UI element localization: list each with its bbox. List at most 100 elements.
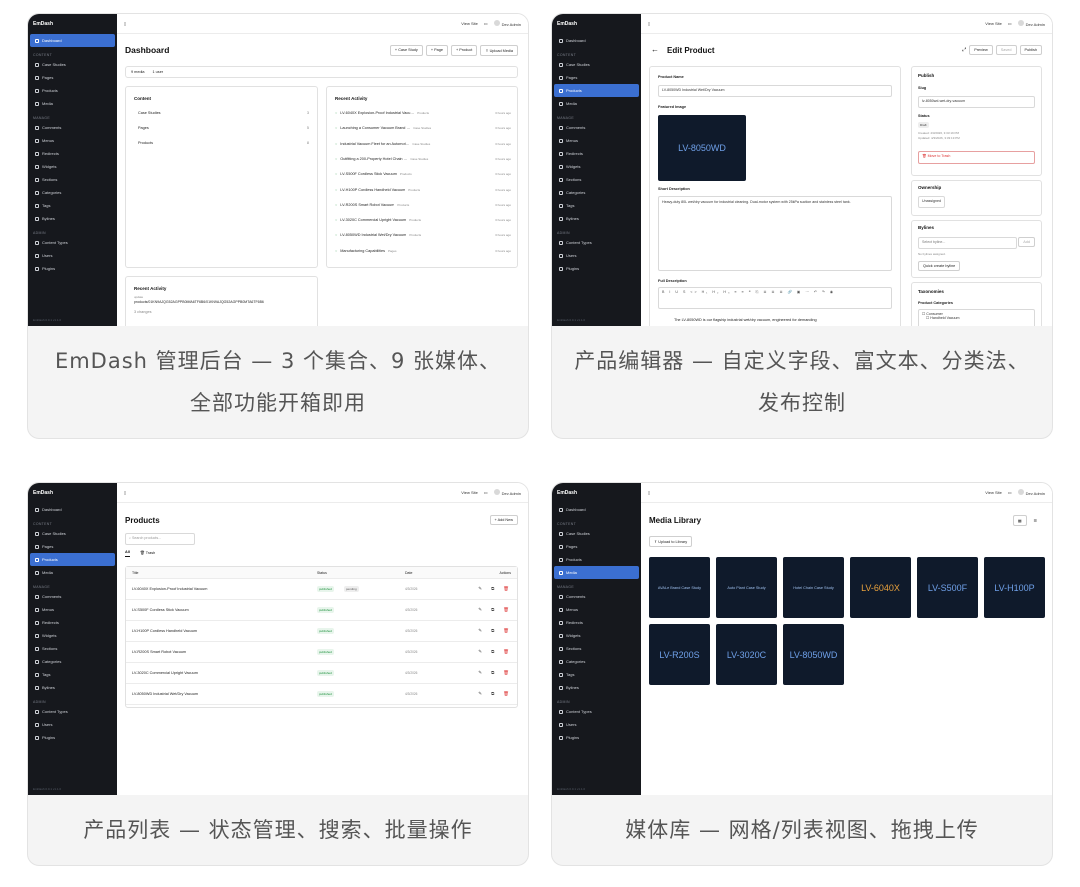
- product-title[interactable]: LV-6040X Explosion-Proof Industrial Vacu…: [132, 587, 207, 591]
- sidebar-item-tags[interactable]: Tags: [30, 668, 115, 681]
- sidebar-item-media[interactable]: Media: [554, 566, 639, 579]
- sidebar-item-pages[interactable]: Pages: [30, 71, 115, 84]
- monitor-icon[interactable]: ▭: [484, 490, 488, 495]
- sidebar-item-products[interactable]: Products: [554, 84, 639, 97]
- sidebar-item-redirects[interactable]: Redirects: [554, 616, 639, 629]
- sidebar-item-case-studies[interactable]: Case Studies: [30, 58, 115, 71]
- duplicate-icon[interactable]: ⧉: [491, 691, 494, 697]
- sidebar-item-case-studies[interactable]: Case Studies: [554, 527, 639, 540]
- sidebar-item-categories[interactable]: Categories: [554, 186, 639, 199]
- sidebar-item-redirects[interactable]: Redirects: [30, 616, 115, 629]
- sidebar-item-products[interactable]: Products: [30, 84, 115, 97]
- duplicate-icon[interactable]: ⧉: [491, 628, 494, 634]
- edit-icon[interactable]: ✎: [478, 586, 482, 592]
- sidebar-toggle-icon[interactable]: ▯: [648, 21, 650, 26]
- publish-button[interactable]: Publish: [1019, 45, 1042, 55]
- view-site-link[interactable]: View Site: [461, 490, 478, 495]
- upload-media-button[interactable]: ⇪ Upload Media: [480, 45, 518, 56]
- table-row[interactable]: LV-R200S Smart Robot Vacuum published 4/3/…: [126, 642, 517, 663]
- sidebar-item-menus[interactable]: Menus: [554, 603, 639, 616]
- sidebar-toggle-icon[interactable]: ▯: [124, 490, 126, 495]
- sidebar-item-categories[interactable]: Categories: [30, 655, 115, 668]
- category-handheld[interactable]: ☐ Handheld Vacuum: [926, 316, 1031, 320]
- duplicate-icon[interactable]: ⧉: [491, 670, 494, 676]
- sidebar-item-menus[interactable]: Menus: [554, 134, 639, 147]
- sidebar-toggle-icon[interactable]: ▯: [648, 490, 650, 495]
- user-menu[interactable]: Dev Admin: [1017, 489, 1045, 496]
- sidebar-item-comments[interactable]: Comments: [554, 590, 639, 603]
- sidebar-item-products[interactable]: Products: [30, 553, 115, 566]
- activity-row[interactable]: ◌ LV-S500F Cordless Stick Vacuum Products 3…: [335, 172, 511, 176]
- slug-input[interactable]: lv-8050wd-wet-dry-vacuum: [918, 96, 1035, 108]
- full-description-editor[interactable]: The LV-8050WD is our flagship industrial…: [674, 318, 892, 322]
- preview-button[interactable]: Preview: [969, 45, 993, 55]
- view-site-link[interactable]: View Site: [985, 21, 1002, 26]
- monitor-icon[interactable]: ▭: [484, 21, 488, 26]
- activity-row[interactable]: ◌ LV-6040X Explosion-Proof Industrial Vac…: [335, 111, 511, 115]
- sidebar-item-products[interactable]: Products: [554, 553, 639, 566]
- tab-all[interactable]: All: [125, 550, 130, 557]
- media-tile[interactable]: Hotel Chain Case Study: [783, 557, 844, 618]
- edit-icon[interactable]: ✎: [478, 649, 482, 655]
- sidebar-item-widgets[interactable]: Widgets: [30, 629, 115, 642]
- sidebar-toggle-icon[interactable]: ▯: [124, 21, 126, 26]
- sidebar-item-users[interactable]: Users: [30, 718, 115, 731]
- quick-create-byline-button[interactable]: Quick create byline: [918, 261, 961, 271]
- product-title[interactable]: LV-8050WD Industrial Wet/Dry Vacuum: [132, 692, 198, 696]
- sidebar-item-media[interactable]: Media: [30, 97, 115, 110]
- table-row[interactable]: LV-H100P Cordless Handheld Vacuum publish…: [126, 621, 517, 642]
- product-title[interactable]: LV-S500F Cordless Stick Vacuum: [132, 608, 189, 612]
- activity-row[interactable]: ◌ LV-3020C Commercial Upright Vacuum Produ…: [335, 218, 511, 222]
- activity-row[interactable]: ◌ Outfitting a 200-Property Hotel Chain ……: [335, 157, 511, 161]
- back-arrow-icon[interactable]: ←: [651, 45, 659, 54]
- sidebar-item-comments[interactable]: Comments: [30, 121, 115, 134]
- monitor-icon[interactable]: ▭: [1008, 21, 1012, 26]
- brand-logo[interactable]: EmDash: [552, 483, 641, 503]
- sidebar-item-plugins[interactable]: Plugins: [554, 262, 639, 275]
- sidebar-item-redirects[interactable]: Redirects: [30, 147, 115, 160]
- sidebar-item-bylines[interactable]: Bylines: [30, 681, 115, 694]
- sidebar-item-widgets[interactable]: Widgets: [554, 629, 639, 642]
- delete-icon[interactable]: 🗑: [503, 586, 509, 592]
- delete-icon[interactable]: 🗑: [503, 649, 509, 655]
- user-menu[interactable]: Dev Admin: [1017, 20, 1045, 27]
- table-row[interactable]: LV-8050WD Industrial Wet/Dry Vacuum publi…: [126, 684, 517, 705]
- activity-row[interactable]: ◌ Launching a Consumer Vacuum Brand … Case…: [335, 126, 511, 130]
- view-site-link[interactable]: View Site: [461, 21, 478, 26]
- sidebar-item-dashboard[interactable]: Dashboard: [30, 34, 115, 47]
- col-title[interactable]: Title: [132, 571, 138, 575]
- featured-image[interactable]: LV-8050WD: [658, 115, 746, 181]
- sidebar-item-content-types[interactable]: Content Types: [30, 705, 115, 718]
- media-tile[interactable]: LV-6040X: [850, 557, 911, 618]
- activity-row[interactable]: ◌ LV-H100P Cordless Handheld Vacuum Produc…: [335, 188, 511, 192]
- table-row[interactable]: LV-3020C Commercial Upright Vacuum publis…: [126, 663, 517, 684]
- sidebar-item-dashboard[interactable]: Dashboard: [554, 503, 639, 516]
- sidebar-item-sections[interactable]: Sections: [554, 642, 639, 655]
- media-tile[interactable]: Auto Plant Case Study: [716, 557, 777, 618]
- content-row[interactable]: Case Studies 3: [138, 111, 309, 115]
- sidebar-item-sections[interactable]: Sections: [30, 173, 115, 186]
- sidebar-item-categories[interactable]: Categories: [30, 186, 115, 199]
- duplicate-icon[interactable]: ⧉: [491, 649, 494, 655]
- expand-icon[interactable]: ⤢: [962, 47, 966, 53]
- media-tile[interactable]: LV-8050WD: [783, 624, 844, 685]
- sidebar-item-case-studies[interactable]: Case Studies: [30, 527, 115, 540]
- grid-view-icon[interactable]: ▦: [1013, 515, 1027, 526]
- sidebar-item-pages[interactable]: Pages: [554, 71, 639, 84]
- activity-path[interactable]: products/01KN9AJQG52AGPPB0MfA6TF6B6/01KN…: [134, 300, 264, 304]
- delete-icon[interactable]: 🗑: [503, 670, 509, 676]
- edit-icon[interactable]: ✎: [478, 691, 482, 697]
- sidebar-item-menus[interactable]: Menus: [30, 134, 115, 147]
- sidebar-item-users[interactable]: Users: [554, 249, 639, 262]
- sidebar-item-menus[interactable]: Menus: [30, 603, 115, 616]
- tab-trash[interactable]: 🗑 Trash: [140, 550, 155, 557]
- sidebar-item-bylines[interactable]: Bylines: [30, 212, 115, 225]
- sidebar-item-categories[interactable]: Categories: [554, 655, 639, 668]
- edit-icon[interactable]: ✎: [478, 670, 482, 676]
- sidebar-item-media[interactable]: Media: [30, 566, 115, 579]
- sidebar-item-widgets[interactable]: Widgets: [554, 160, 639, 173]
- sidebar-item-bylines[interactable]: Bylines: [554, 212, 639, 225]
- sidebar-item-tags[interactable]: Tags: [554, 668, 639, 681]
- ownership-select[interactable]: Unassigned: [918, 196, 945, 208]
- sidebar-item-redirects[interactable]: Redirects: [554, 147, 639, 160]
